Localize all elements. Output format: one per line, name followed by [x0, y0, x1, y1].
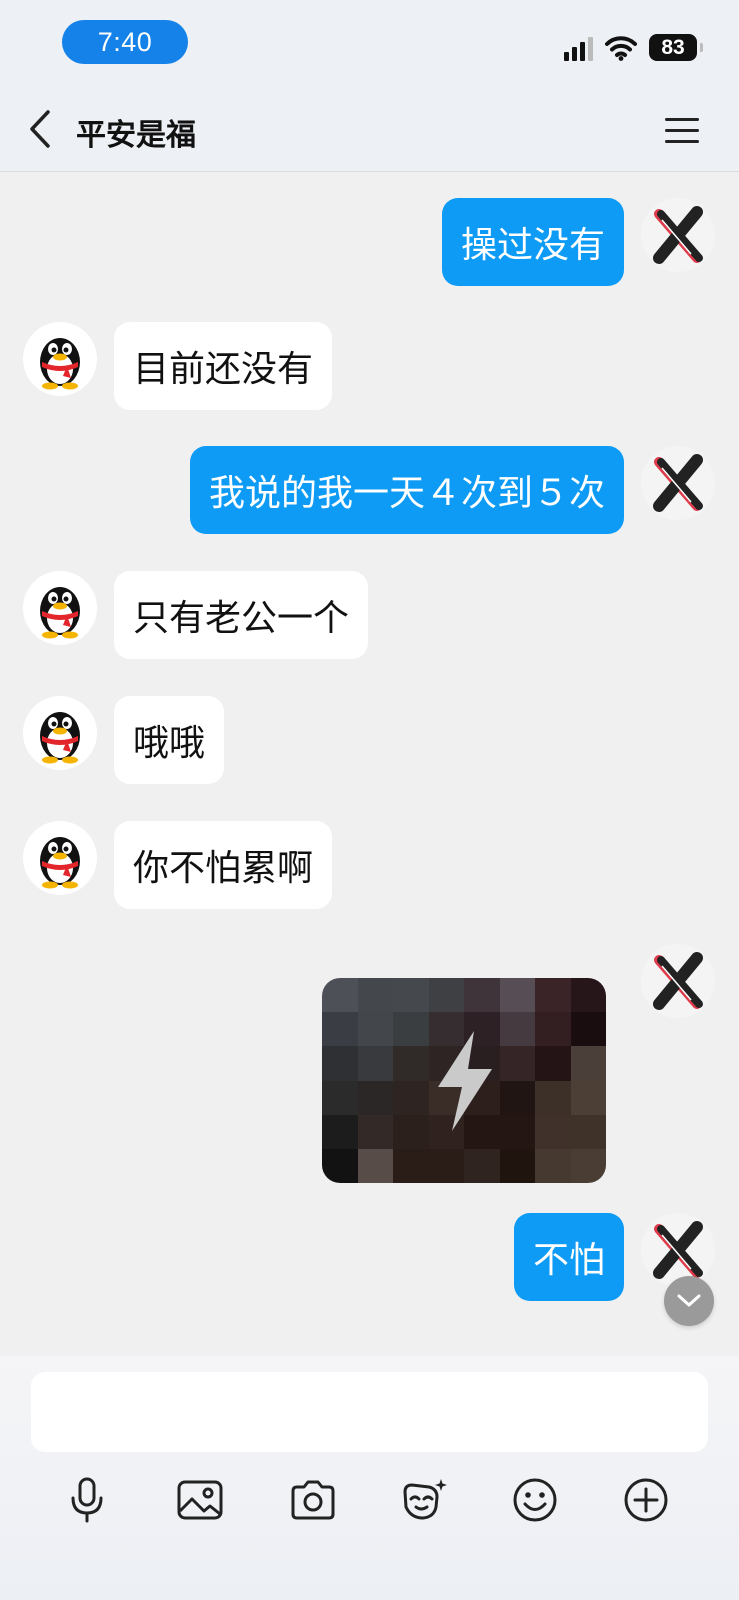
x-logo-icon — [653, 206, 703, 264]
camera-button[interactable] — [283, 1470, 343, 1530]
penguin-avatar-icon — [40, 338, 80, 390]
scroll-to-bottom-button[interactable] — [664, 1276, 714, 1326]
voice-button[interactable] — [57, 1470, 117, 1530]
composer — [0, 1356, 739, 1600]
menu-button[interactable] — [665, 114, 701, 146]
penguin-avatar-icon — [40, 837, 80, 889]
wifi-icon — [605, 35, 637, 61]
message-bubble-incoming[interactable]: 你不怕累啊 — [114, 821, 333, 909]
message-bubble-incoming[interactable]: 哦哦 — [114, 696, 225, 784]
message-bubble-incoming[interactable]: 目前还没有 — [114, 322, 333, 410]
image-icon — [177, 1480, 223, 1520]
camera-icon — [291, 1480, 335, 1520]
x-logo-icon — [653, 1221, 703, 1279]
message-list[interactable]: 操过没有 目前还没有 我说的我一天４次到５次 只有老公一个 哦哦 你不怕累啊 不… — [0, 172, 739, 1356]
my-avatar[interactable] — [641, 446, 715, 520]
add-icon — [624, 1478, 668, 1522]
battery-icon: 83 — [649, 34, 703, 61]
penguin-avatar-icon — [40, 587, 80, 639]
sticker-button[interactable] — [394, 1470, 454, 1530]
emoji-icon — [513, 1478, 557, 1522]
my-avatar[interactable] — [641, 1213, 715, 1287]
message-bubble-incoming[interactable]: 只有老公一个 — [114, 571, 369, 659]
contact-avatar[interactable] — [23, 821, 97, 895]
message-input[interactable] — [31, 1372, 708, 1452]
status-bar: 7:40 83 — [0, 0, 739, 90]
status-time: 7:40 — [62, 20, 188, 64]
composer-toolbar — [0, 1470, 739, 1530]
battery-level: 83 — [661, 35, 685, 59]
cellular-signal-icon — [564, 35, 593, 61]
message-bubble-outgoing[interactable]: 操过没有 — [441, 198, 624, 286]
my-avatar[interactable] — [641, 944, 715, 1018]
message-bubble-outgoing[interactable]: 不怕 — [513, 1213, 624, 1301]
chat-header: 平安是福 — [0, 90, 739, 172]
chat-title[interactable]: 平安是福 — [76, 110, 196, 154]
menu-icon — [665, 118, 699, 121]
microphone-icon — [71, 1477, 103, 1523]
contact-avatar[interactable] — [23, 322, 97, 396]
message-bubble-outgoing[interactable]: 我说的我一天４次到５次 — [189, 446, 624, 534]
emoji-button[interactable] — [505, 1470, 565, 1530]
penguin-avatar-icon — [40, 712, 80, 764]
my-avatar[interactable] — [641, 198, 715, 272]
back-button[interactable] — [24, 108, 64, 152]
image-message[interactable] — [322, 978, 606, 1183]
sticker-icon — [403, 1479, 447, 1520]
x-logo-icon — [653, 952, 703, 1010]
chevron-down-icon — [677, 1294, 701, 1307]
status-icons: 83 — [564, 34, 703, 61]
more-button[interactable] — [616, 1470, 676, 1530]
chevron-left-icon — [30, 110, 50, 148]
contact-avatar[interactable] — [23, 571, 97, 645]
contact-avatar[interactable] — [23, 696, 97, 770]
x-logo-icon — [653, 454, 703, 512]
photo-button[interactable] — [170, 1470, 230, 1530]
